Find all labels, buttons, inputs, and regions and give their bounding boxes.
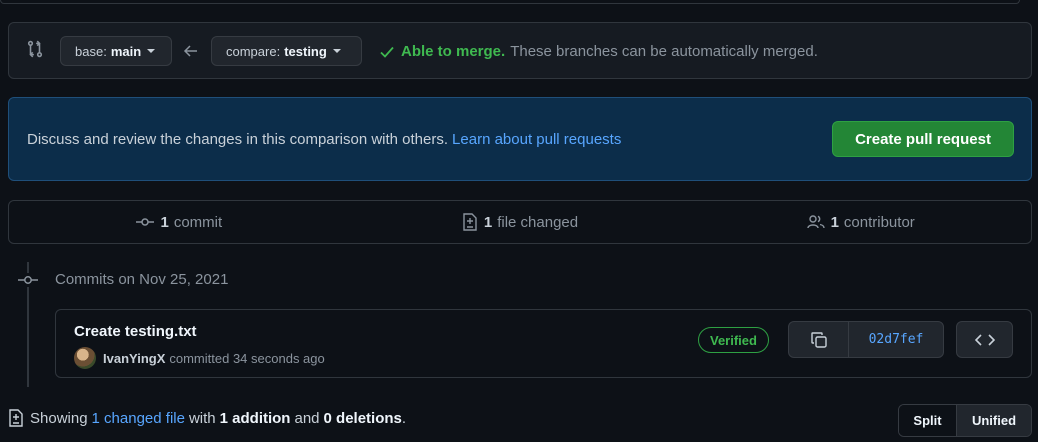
check-icon [379, 45, 395, 59]
compare-branch-button[interactable]: compare: testing [211, 36, 362, 66]
top-border [0, 0, 1020, 4]
commits-date-heading: Commits on Nov 25, 2021 [55, 271, 229, 288]
code-icon [974, 333, 995, 347]
commit-sha-link[interactable]: 02d7fef [849, 322, 943, 357]
split-view-button[interactable]: Split [899, 405, 957, 436]
files-label: file changed [497, 213, 579, 231]
base-label: base: [75, 43, 107, 59]
additions-count: 1 addition [219, 409, 291, 427]
changed-files-link[interactable]: 1 changed file [92, 410, 185, 427]
files-count: 1 [483, 213, 493, 231]
commits-label: commit [173, 213, 223, 231]
merge-status-message: These branches can be automatically merg… [510, 43, 818, 60]
base-branch-button[interactable]: base: main [60, 36, 172, 66]
contributors-count: 1 [830, 213, 839, 231]
pull-request-banner: Discuss and review the changes in this c… [8, 97, 1032, 181]
file-diff-icon [8, 409, 30, 427]
banner-text: Discuss and review the changes in this c… [27, 131, 621, 148]
diff-view-toggle: Split Unified [898, 404, 1032, 437]
compare-branch-name: testing [284, 43, 327, 59]
git-commit-icon [136, 216, 160, 228]
banner-description: Discuss and review the changes in this c… [27, 131, 449, 148]
commit-title[interactable]: Create testing.txt [74, 323, 197, 340]
summary-contributors[interactable]: 1 contributor [690, 201, 1031, 243]
unified-view-button[interactable]: Unified [957, 405, 1031, 436]
deletions-count: 0 deletions [323, 409, 402, 427]
summary-commits[interactable]: 1 commit [9, 201, 350, 243]
commit-sha-group: 02d7fef [788, 321, 944, 358]
contributors-label: contributor [843, 213, 915, 231]
copy-icon [810, 331, 828, 349]
git-compare-icon [26, 40, 44, 58]
learn-pull-requests-link[interactable]: Learn about pull requests [452, 131, 621, 148]
merge-status-label: Able to merge. [401, 43, 506, 60]
base-branch-name: main [110, 43, 142, 59]
commit-author[interactable]: IvanYingX [103, 351, 165, 366]
file-diff-icon [462, 213, 484, 231]
people-icon [806, 215, 831, 229]
diff-summary: Showing 1 changed file with 1 addition a… [8, 409, 406, 427]
commit-item: Create testing.txt IvanYingX committed 3… [55, 309, 1032, 378]
commit-time: committed 34 seconds ago [169, 350, 325, 366]
showing-text: Showing [30, 409, 88, 427]
merge-status: Able to merge. These branches can be aut… [379, 43, 818, 60]
caret-down-icon [332, 49, 341, 53]
avatar[interactable] [74, 347, 96, 369]
arrow-left-icon [183, 44, 199, 58]
verified-badge[interactable]: Verified [698, 327, 769, 353]
create-pull-request-button[interactable]: Create pull request [832, 121, 1014, 157]
range-editor: base: main compare: testing Able to merg… [8, 22, 1032, 79]
copy-sha-button[interactable] [789, 322, 849, 357]
period-text: . [401, 409, 407, 427]
commits-count: 1 [160, 213, 169, 231]
git-commit-icon [18, 273, 38, 287]
compare-label: compare: [226, 43, 281, 59]
caret-down-icon [147, 49, 156, 53]
compare-summary: 1 commit 1 file changed 1 contributor [8, 200, 1032, 244]
with-text: with [188, 409, 216, 427]
commit-meta: IvanYingX committed 34 seconds ago [74, 347, 325, 369]
and-text: and [294, 409, 320, 427]
browse-repository-button[interactable] [956, 321, 1013, 358]
summary-files[interactable]: 1 file changed [350, 201, 691, 243]
